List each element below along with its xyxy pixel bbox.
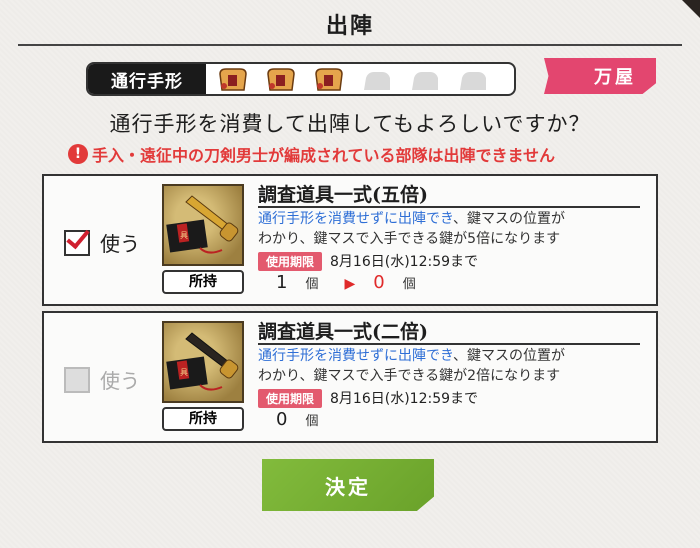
item-description: 通行手形を消費せずに出陣でき、鍵マスの位置が わかり、鍵マスで入手できる鍵が2倍… — [258, 346, 648, 386]
pass-empty-icon — [364, 72, 390, 90]
pass-token-icon — [267, 68, 295, 91]
title-divider — [18, 44, 682, 46]
sortie-dialog: 出陣 通行手形 万屋 通行手形を消費して出陣してもよろしいですか？ ! 手入・遠… — [0, 0, 700, 548]
arrow-right-icon: ▶ — [344, 276, 356, 292]
owned-count-row: 0 個 — [276, 409, 318, 430]
pass-empty-icon — [460, 72, 486, 90]
telescope-icon: 具 — [166, 332, 239, 391]
item-thumbnail: 具 — [162, 184, 244, 266]
after-count: 0 — [373, 272, 385, 293]
desc-line1-rest: 、鍵マスの位置が — [453, 211, 566, 227]
count-unit: 個 — [305, 414, 319, 429]
owned-count: 0 — [276, 409, 288, 430]
use-toggle[interactable]: 使う — [64, 228, 140, 257]
use-checkbox[interactable] — [64, 366, 90, 393]
item-card-x2: 使う 具 所持 調査道具一式(二倍) 通行手形を消費せずに出陣でき、鍵マスの位置… — [42, 311, 658, 443]
svg-text:具: 具 — [180, 368, 188, 377]
desc-highlight: 通行手形を消費せずに出陣でき — [258, 348, 454, 364]
item-name-divider — [258, 343, 640, 345]
count-unit-after: 個 — [402, 277, 416, 292]
item-description: 通行手形を消費せずに出陣でき、鍵マスの位置が わかり、鍵マスで入手できる鍵が5倍… — [258, 209, 648, 249]
desc-line1-rest: 、鍵マスの位置が — [453, 348, 566, 364]
owned-label: 所持 — [162, 407, 244, 431]
desc-line2: わかり、鍵マスで入手できる鍵が5倍になります — [258, 231, 561, 247]
count-unit: 個 — [305, 277, 319, 292]
expiry-badge: 使用期限 — [258, 388, 323, 408]
expiry-date: 8月16日(水)12:59まで — [330, 391, 479, 407]
use-label: 使う — [100, 369, 140, 393]
pass-label: 通行手形 — [88, 64, 206, 94]
desc-highlight: 通行手形を消費せずに出陣でき — [258, 211, 454, 227]
shop-button-label: 万屋 — [594, 67, 636, 88]
item-thumbnail: 具 — [162, 321, 244, 403]
svg-text:具: 具 — [180, 231, 188, 240]
shop-button[interactable]: 万屋 — [544, 58, 656, 94]
expiry-date: 8月16日(水)12:59まで — [330, 254, 479, 270]
pass-token-icon — [315, 68, 343, 91]
warning-icon: ! — [68, 144, 88, 164]
owned-count-row: 1 個 ▶ 0 個 — [276, 272, 416, 293]
pass-icons — [214, 66, 492, 92]
pass-empty-icon — [412, 72, 438, 90]
item-name: 調査道具一式(二倍) — [258, 321, 428, 343]
confirm-button[interactable]: 決定 — [262, 459, 434, 511]
use-checkbox[interactable] — [64, 229, 90, 256]
expiry-row: 使用期限 8月16日(水)12:59まで — [258, 251, 478, 271]
owned-count: 1 — [276, 272, 288, 293]
telescope-icon: 具 — [166, 195, 239, 254]
item-card-x5: 使う 具 所持 調査道具一式(五倍) 通行手形を消費せずに出陣でき、鍵マスの位置… — [42, 174, 658, 306]
desc-line2: わかり、鍵マスで入手できる鍵が2倍になります — [258, 368, 561, 384]
pass-bar: 通行手形 — [86, 62, 516, 96]
expiry-badge: 使用期限 — [258, 251, 323, 271]
item-name-divider — [258, 206, 640, 208]
expiry-row: 使用期限 8月16日(水)12:59まで — [258, 388, 478, 408]
warning-text: 手入・遠征中の刀剣男士が編成されている部隊は出陣できません — [92, 146, 556, 165]
pass-token-icon — [219, 68, 247, 91]
item-name: 調査道具一式(五倍) — [258, 184, 428, 206]
owned-label: 所持 — [162, 270, 244, 294]
use-label: 使う — [100, 232, 140, 256]
dialog-title: 出陣 — [325, 13, 374, 39]
warning-message: ! 手入・遠征中の刀剣男士が編成されている部隊は出陣できません — [68, 142, 555, 166]
confirm-question: 通行手形を消費して出陣してもよろしいですか？ — [109, 112, 591, 136]
use-toggle[interactable]: 使う — [64, 365, 140, 394]
